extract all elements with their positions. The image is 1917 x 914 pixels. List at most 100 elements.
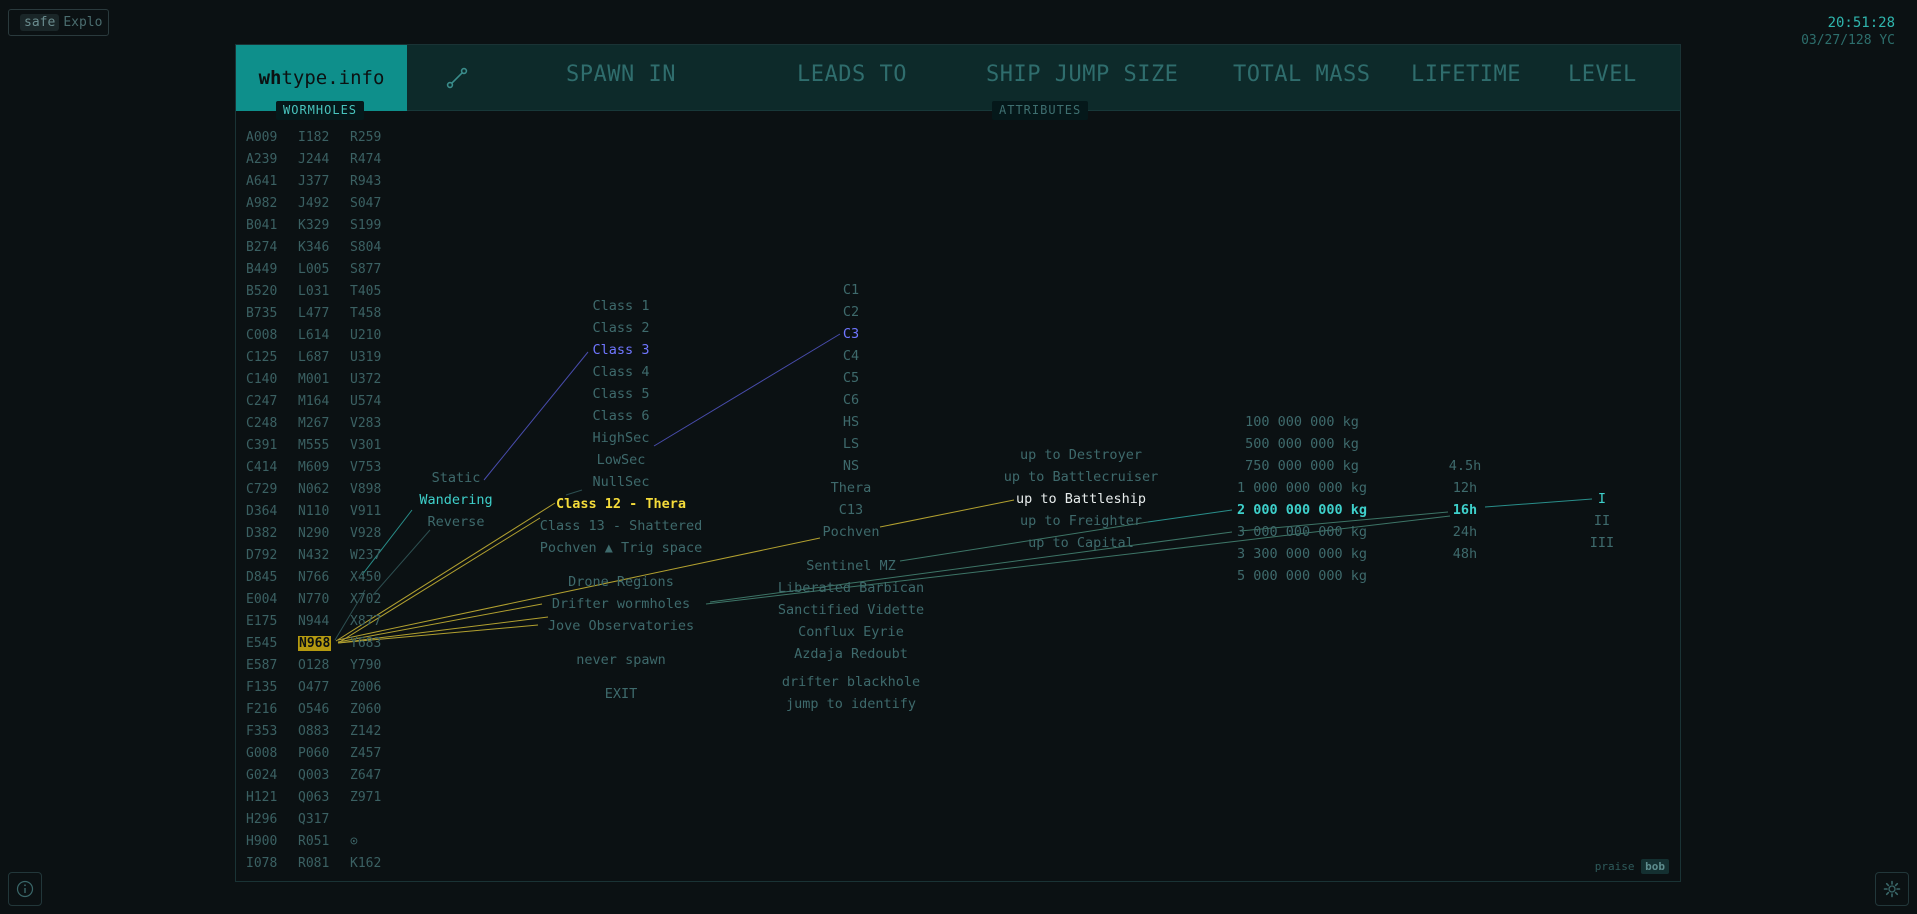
wormhole-item[interactable]: C125: [246, 347, 286, 369]
leads-to-ls[interactable]: LS: [742, 433, 960, 455]
wormhole-item[interactable]: W237: [350, 545, 390, 567]
wormhole-item[interactable]: H121: [246, 787, 286, 809]
wormhole-item[interactable]: K329: [298, 215, 338, 237]
wormhole-item[interactable]: B520: [246, 281, 286, 303]
wormhole-item[interactable]: Z060: [350, 699, 390, 721]
wormhole-item[interactable]: U319: [350, 347, 390, 369]
wormhole-item[interactable]: M164: [298, 391, 338, 413]
wormhole-item[interactable]: Z647: [350, 765, 390, 787]
wormhole-item[interactable]: S804: [350, 237, 390, 259]
wormhole-item[interactable]: T405: [350, 281, 390, 303]
wormhole-item[interactable]: R943: [350, 171, 390, 193]
wormhole-item[interactable]: C140: [246, 369, 286, 391]
header-total-mass[interactable]: TOTAL MASS: [1233, 62, 1370, 87]
header-leads-to[interactable]: LEADS TO: [797, 62, 907, 87]
spawn-in-class-5[interactable]: Class 5: [500, 383, 742, 405]
wormhole-item[interactable]: L477: [298, 303, 338, 325]
wormhole-item[interactable]: N432: [298, 545, 338, 567]
wormhole-item[interactable]: ⊙: [350, 831, 390, 853]
wormhole-item[interactable]: R081: [298, 853, 338, 875]
wormhole-item[interactable]: C008: [246, 325, 286, 347]
wormhole-item[interactable]: B274: [246, 237, 286, 259]
wormhole-item[interactable]: J377: [298, 171, 338, 193]
wormhole-item[interactable]: D845: [246, 567, 286, 589]
wormhole-item[interactable]: U574: [350, 391, 390, 413]
path-icon[interactable]: [445, 66, 469, 90]
wormhole-item[interactable]: N766: [298, 567, 338, 589]
spawn-in-highsec[interactable]: HighSec: [500, 427, 742, 449]
wormhole-item[interactable]: I182: [298, 127, 338, 149]
wormhole-item[interactable]: F135: [246, 677, 286, 699]
wormhole-item[interactable]: C391: [246, 435, 286, 457]
wormhole-item[interactable]: R259: [350, 127, 390, 149]
wormhole-item[interactable]: V283: [350, 413, 390, 435]
wormhole-item[interactable]: Z006: [350, 677, 390, 699]
wormhole-item[interactable]: U372: [350, 369, 390, 391]
wormhole-item[interactable]: H296: [246, 809, 286, 831]
leads-to-jump-to-identify[interactable]: jump to identify: [742, 693, 960, 715]
header-ship-jump-size[interactable]: SHIP JUMP SIZE: [986, 62, 1178, 87]
wormhole-item[interactable]: B449: [246, 259, 286, 281]
wormhole-item[interactable]: O546: [298, 699, 338, 721]
mass-5000m[interactable]: 5 000 000 000 kg: [1212, 565, 1392, 587]
spawn-in-thera[interactable]: Class 12 - Thera: [500, 493, 742, 515]
leads-to-c3[interactable]: C3: [742, 323, 960, 345]
jump-size-battlecruiser[interactable]: up to Battlecruiser: [972, 466, 1190, 488]
wormhole-item[interactable]: X450: [350, 567, 390, 589]
wormhole-item[interactable]: N944: [298, 611, 338, 633]
wormhole-item[interactable]: V301: [350, 435, 390, 457]
leads-to-sentinel-mz[interactable]: Sentinel MZ: [742, 555, 960, 577]
wormhole-item[interactable]: P060: [298, 743, 338, 765]
wormhole-item[interactable]: O477: [298, 677, 338, 699]
lifetime-48h[interactable]: 48h: [1425, 543, 1505, 565]
mass-100m[interactable]: 100 000 000 kg: [1212, 411, 1392, 433]
wormhole-item[interactable]: E175: [246, 611, 286, 633]
wormhole-item[interactable]: S199: [350, 215, 390, 237]
wormhole-item[interactable]: N968: [298, 633, 338, 655]
wormhole-item[interactable]: C414: [246, 457, 286, 479]
wormhole-item[interactable]: O128: [298, 655, 338, 677]
wormhole-item[interactable]: Y790: [350, 655, 390, 677]
wormhole-item[interactable]: R474: [350, 149, 390, 171]
mass-3300m[interactable]: 3 300 000 000 kg: [1212, 543, 1392, 565]
leads-to-sanctified-vidette[interactable]: Sanctified Vidette: [742, 599, 960, 621]
wormhole-item[interactable]: H900: [246, 831, 286, 853]
header-lifetime[interactable]: LIFETIME: [1411, 62, 1521, 87]
level-ii[interactable]: II: [1582, 510, 1622, 532]
leads-to-c13[interactable]: C13: [742, 499, 960, 521]
mass-3000m[interactable]: 3 000 000 000 kg: [1212, 521, 1392, 543]
wormhole-item[interactable]: A641: [246, 171, 286, 193]
spawn-in-class-1[interactable]: Class 1: [500, 295, 742, 317]
wormhole-item[interactable]: L687: [298, 347, 338, 369]
spawn-type-static[interactable]: Static: [396, 467, 516, 489]
leads-to-conflux-eyrie[interactable]: Conflux Eyrie: [742, 621, 960, 643]
wormhole-item[interactable]: J244: [298, 149, 338, 171]
leads-to-c6[interactable]: C6: [742, 389, 960, 411]
spawn-in-never-spawn[interactable]: never spawn: [500, 649, 742, 671]
wormhole-item[interactable]: L614: [298, 325, 338, 347]
spawn-in-drone-regions[interactable]: Drone Regions: [500, 571, 742, 593]
mass-750m[interactable]: 750 000 000 kg: [1212, 455, 1392, 477]
leads-to-c4[interactable]: C4: [742, 345, 960, 367]
wormhole-item[interactable]: M001: [298, 369, 338, 391]
wormhole-item[interactable]: V911: [350, 501, 390, 523]
wormhole-item[interactable]: A982: [246, 193, 286, 215]
wormhole-item[interactable]: C247: [246, 391, 286, 413]
spawn-in-pochven[interactable]: Pochven ▲ Trig space: [500, 537, 742, 559]
spawn-in-nullsec[interactable]: NullSec: [500, 471, 742, 493]
leads-to-ns[interactable]: NS: [742, 455, 960, 477]
wormhole-item[interactable]: B735: [246, 303, 286, 325]
leads-to-azdaja-redoubt[interactable]: Azdaja Redoubt: [742, 643, 960, 665]
wormhole-item[interactable]: Z142: [350, 721, 390, 743]
spawn-in-jove-observatories[interactable]: Jove Observatories: [500, 615, 742, 637]
wormhole-item[interactable]: S047: [350, 193, 390, 215]
wormhole-item[interactable]: N290: [298, 523, 338, 545]
wormhole-item[interactable]: D364: [246, 501, 286, 523]
wormhole-item[interactable]: X702: [350, 589, 390, 611]
wormhole-item[interactable]: F353: [246, 721, 286, 743]
spawn-in-class-2[interactable]: Class 2: [500, 317, 742, 339]
spawn-in-exit[interactable]: EXIT: [500, 683, 742, 705]
jump-size-destroyer[interactable]: up to Destroyer: [972, 444, 1190, 466]
wormhole-item[interactable]: F216: [246, 699, 286, 721]
leads-to-c5[interactable]: C5: [742, 367, 960, 389]
